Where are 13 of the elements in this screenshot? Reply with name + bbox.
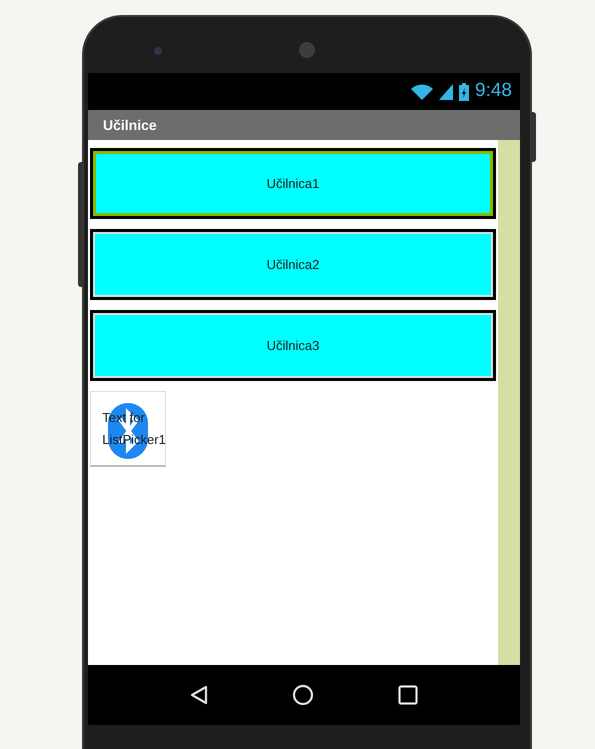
classroom-button[interactable]: Učilnica2 xyxy=(90,229,496,300)
wifi-icon xyxy=(411,84,434,100)
speaker-icon xyxy=(299,42,315,58)
recents-icon[interactable] xyxy=(398,685,418,705)
home-icon[interactable] xyxy=(292,684,314,706)
sensor-icon xyxy=(154,47,162,55)
screen-title: Učilnice xyxy=(88,110,520,140)
signal-icon xyxy=(439,84,454,100)
classroom-button[interactable]: Učilnica3 xyxy=(90,310,496,381)
classroom-button[interactable]: Učilnica1 xyxy=(90,148,496,219)
clock-time: 9:48 xyxy=(475,79,512,104)
back-icon[interactable] xyxy=(190,685,208,705)
battery-icon xyxy=(459,82,470,100)
